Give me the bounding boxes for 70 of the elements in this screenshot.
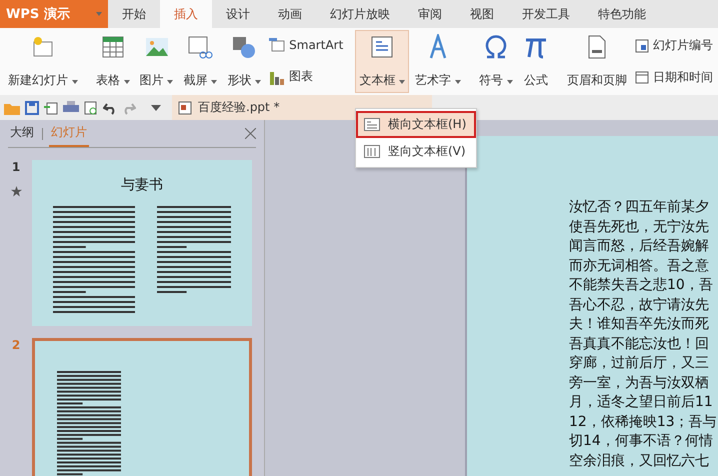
slide-text-line: 闻言而怒，后经吾婉解 [569, 237, 710, 256]
slide-text-line: 12，依稀掩映13；吾与 [569, 412, 718, 432]
panel-tab[interactable]: 大纲 [8, 120, 36, 147]
ribbon-tab[interactable]: 审阅 [404, 0, 456, 28]
date-time-button[interactable]: 日期和时间 [632, 66, 715, 88]
slide-number: 1 [12, 160, 20, 174]
slide-text-line: 汝忆否？四五年前某夕 [569, 198, 710, 217]
symbol-button[interactable]: 符号 [474, 30, 517, 93]
formula-button[interactable]: 公式 [518, 30, 553, 93]
vertical-text-box-icon [364, 145, 380, 158]
slide-text-line: 旁一室，为吾与汝双栖 [569, 374, 710, 392]
close-icon[interactable] [245, 128, 256, 139]
slide-text-line: 而亦无词相答。吾之意 [569, 256, 710, 276]
caret-icon [454, 80, 461, 84]
menu-item[interactable]: 横向文本框(H) [356, 111, 476, 138]
caret-icon[interactable] [151, 104, 161, 110]
caret-icon [399, 80, 406, 84]
slide-text-line: 月，适冬之望日前后11 [569, 393, 714, 412]
menu-item[interactable]: 竖向文本框(V) [356, 138, 476, 165]
caret-icon [255, 80, 262, 84]
slide-text-line: 空余泪痕，又回忆六七 [569, 452, 710, 470]
print-icon[interactable] [63, 100, 79, 114]
ribbon-tab[interactable]: 开发工具 [508, 0, 584, 28]
horizontal-text-box-icon [364, 118, 380, 131]
smartart-button[interactable]: SmartArt [267, 36, 346, 54]
slide-text-line: 不能禁失吾之悲10，吾 [569, 276, 714, 295]
presentation-file-icon [178, 100, 192, 114]
caret-icon [96, 12, 102, 16]
slide-thumbnail[interactable]: 与妻书 [32, 160, 252, 326]
new-slide-button[interactable]: 新建幻灯片 [4, 30, 82, 93]
ribbon-tab[interactable]: 特色功能 [584, 0, 660, 28]
slide-text-line: 切14，何事不语？何情 [569, 432, 714, 451]
slide-number: 2 [12, 338, 20, 352]
caret-icon [167, 80, 174, 84]
smartart-icon [269, 38, 286, 52]
save-icon[interactable] [25, 100, 39, 114]
print-preview-icon[interactable] [84, 100, 98, 114]
number-box-icon [634, 38, 649, 53]
slide-title: 与妻书 [121, 176, 163, 194]
caret-icon [124, 80, 130, 84]
chart-button[interactable]: 图表 [267, 66, 346, 87]
table-button[interactable]: 表格 [92, 30, 134, 93]
slide-thumbnail[interactable] [32, 338, 252, 476]
shape-button[interactable]: 形状 [223, 30, 266, 93]
slide-text-line: 吾心不忍，故宁请汝先 [569, 296, 710, 314]
ribbon-tab[interactable]: 幻灯片放映 [316, 0, 404, 28]
omega-icon [482, 34, 509, 60]
text-box-icon [369, 34, 396, 60]
header-footer-button[interactable]: 页眉和页脚 [562, 30, 631, 93]
ribbon-tab[interactable]: 动画 [264, 0, 316, 28]
caret-icon [506, 80, 513, 84]
undo-icon[interactable] [103, 100, 117, 114]
screenshot-button[interactable]: 截屏 [179, 30, 222, 93]
caret-icon [211, 80, 218, 84]
slide-number-button[interactable]: 幻灯片编号 [632, 35, 715, 56]
calendar-icon [634, 70, 649, 84]
caret-icon [72, 80, 78, 84]
picture-button[interactable]: 图片 [136, 30, 178, 93]
text-box-button[interactable]: 文本框 [355, 30, 410, 93]
ribbon-tab[interactable]: 插入 [160, 0, 212, 28]
shapes-icon [231, 34, 258, 60]
slide-text-line: 使吾先死也，无宁汝先 [569, 218, 710, 236]
ribbon-tab[interactable]: 视图 [456, 0, 508, 28]
slide-text-line: 吾真真不能忘汝也！回 [569, 334, 710, 354]
slide-text-line: 夫！谁知吾卒先汝而死 [569, 315, 710, 334]
slide-text-line: 穿廊，过前后厅，又三 [569, 354, 710, 373]
ribbon-tab[interactable]: 开始 [108, 0, 160, 28]
ribbon-tab[interactable]: 设计 [212, 0, 264, 28]
word-art-button[interactable]: 艺术字 [411, 30, 465, 93]
table-icon [100, 34, 126, 60]
